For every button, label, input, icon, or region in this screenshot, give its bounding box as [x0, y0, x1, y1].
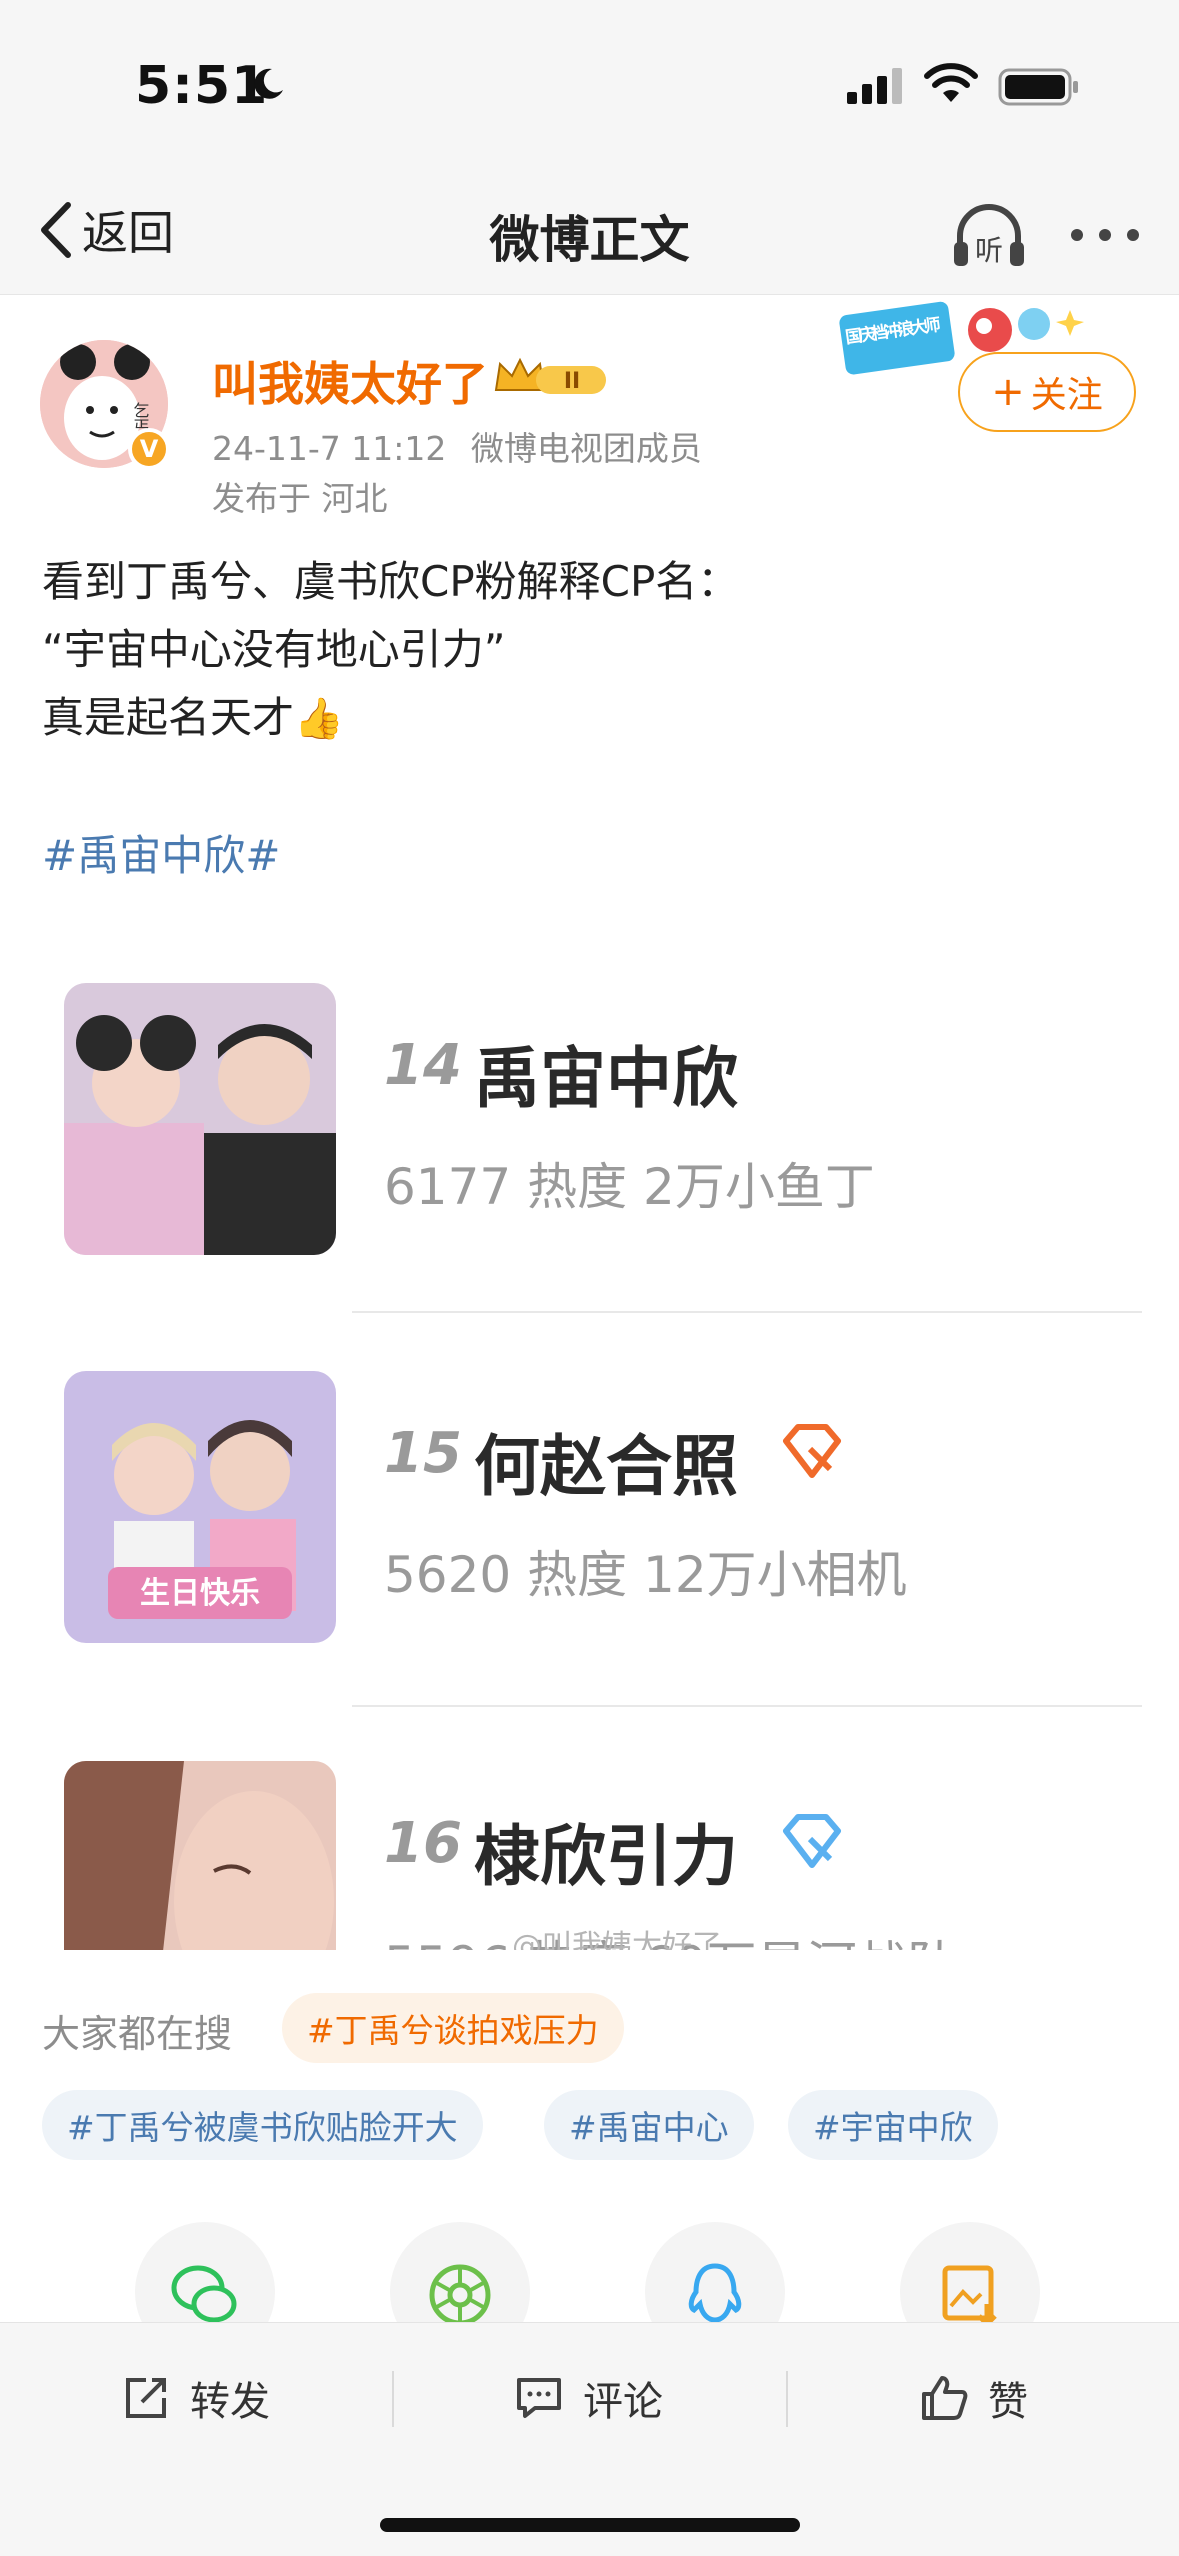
post-image[interactable]: 14 禹宙中欣 6177 热度 2万小鱼丁 生日快乐 15 何赵合照 5620: [42, 935, 1142, 1950]
blue-gem-icon: [783, 1814, 841, 1868]
post-line-2: “宇宙中心没有地心引力”: [42, 625, 506, 674]
rank-title: 何赵合照: [474, 1428, 738, 1505]
action-divider: [392, 2371, 394, 2427]
post-line-3-text: 真是起名天才: [42, 693, 295, 742]
like-button[interactable]: 赞: [920, 2363, 1028, 2433]
rank-title: 禹宙中欣: [474, 1040, 738, 1117]
home-indicator: [380, 2518, 800, 2532]
ranking-item: 16 棣欣引力 5596 热度 60万星河战队 @叫我姨太好了: [42, 1723, 1142, 1950]
rank-stats: 5620 热度 12万小相机: [384, 1546, 907, 1604]
ranking-photo: [64, 1761, 336, 1950]
moments-icon: [429, 2264, 491, 2326]
repost-label: 转发: [190, 2379, 270, 2425]
rank-number: 14: [384, 1033, 462, 1098]
comment-button[interactable]: 评论: [515, 2363, 663, 2433]
save-image-icon: [942, 2265, 997, 2328]
search-tag[interactable]: #宇宙中欣: [788, 2090, 998, 2160]
ranking-divider: [352, 1705, 1142, 1707]
thumbs-up-outline-icon: [922, 2376, 968, 2420]
ranking-photo: 生日快乐: [64, 1371, 336, 1643]
more-icon[interactable]: [1065, 215, 1145, 255]
ranking-item: 生日快乐 15 何赵合照 5620 热度 12万小相机: [42, 1329, 1142, 1719]
rank-stats: 6177 热度 2万小鱼丁: [384, 1158, 875, 1216]
comment-label: 评论: [583, 2379, 663, 2425]
plus-icon: +: [991, 369, 1025, 415]
post-line-3: 真是起名天才👍: [42, 684, 739, 753]
post-meta: 24-11-7 11:12 微博电视团成员: [212, 422, 702, 470]
like-label: 赞: [988, 2379, 1028, 2425]
post-hashtag[interactable]: #禹宙中欣#: [42, 822, 280, 883]
comment-icon: [517, 2378, 561, 2418]
action-divider: [786, 2371, 788, 2427]
nav-bar: 返回 微博正文 听: [0, 170, 1179, 295]
battery-icon: [998, 68, 1078, 106]
headphones-icon[interactable]: 听: [950, 200, 1028, 272]
qq-icon: [688, 2263, 742, 2323]
ranking-photo: [64, 983, 336, 1255]
moon-icon: [254, 68, 283, 99]
rank-number: 16: [384, 1811, 462, 1876]
post-date: 24-11-7 11:12: [212, 429, 447, 468]
signal-icon: [847, 68, 902, 104]
status-bar: 5:51: [0, 0, 1179, 170]
search-section-label: 大家都在搜: [42, 2012, 233, 2056]
wifi-icon: [924, 63, 978, 102]
vip-crown-icon: II: [494, 357, 606, 394]
post-body: 看到丁禹兮、虞书欣CP粉解释CP名： “宇宙中心没有地心引力” 真是起名天才👍: [42, 548, 739, 753]
vip-level: II: [564, 369, 580, 394]
status-time: 5:51: [135, 56, 269, 116]
ranking-item: 14 禹宙中欣 6177 热度 2万小鱼丁: [42, 935, 1142, 1325]
listen-label: 听: [975, 234, 1003, 267]
ranking-divider: [352, 1311, 1142, 1313]
search-tag-hot[interactable]: #丁禹兮谈拍戏压力: [282, 1993, 624, 2063]
search-tag[interactable]: #丁禹兮被虞书欣贴脸开大: [42, 2090, 483, 2160]
post-source: 微博电视团成员: [470, 429, 702, 468]
wechat-icon: [171, 2265, 237, 2323]
rank-number: 15: [384, 1421, 462, 1486]
thumbs-up-icon: 👍: [294, 696, 344, 742]
repost-button[interactable]: 转发: [122, 2363, 270, 2433]
repost-icon: [126, 2378, 166, 2418]
post-line-1: 看到丁禹兮、虞书欣CP粉解释CP名：: [42, 557, 740, 606]
post-location: 发布于 河北: [212, 479, 388, 518]
photo-caption: 生日快乐: [140, 1576, 260, 1611]
username[interactable]: 叫我姨太好了: [212, 348, 488, 414]
verified-badge-icon: V: [128, 428, 170, 470]
watermark: @叫我姨太好了: [512, 1929, 722, 1950]
follow-label: 关注: [1030, 375, 1103, 416]
search-tag[interactable]: #禹宙中心: [544, 2090, 754, 2160]
follow-button[interactable]: + 关注: [958, 352, 1136, 432]
bottom-action-bar: 转发 评论 赞: [0, 2322, 1179, 2556]
hot-gem-icon: [783, 1424, 841, 1478]
rank-title: 棣欣引力: [474, 1818, 738, 1895]
